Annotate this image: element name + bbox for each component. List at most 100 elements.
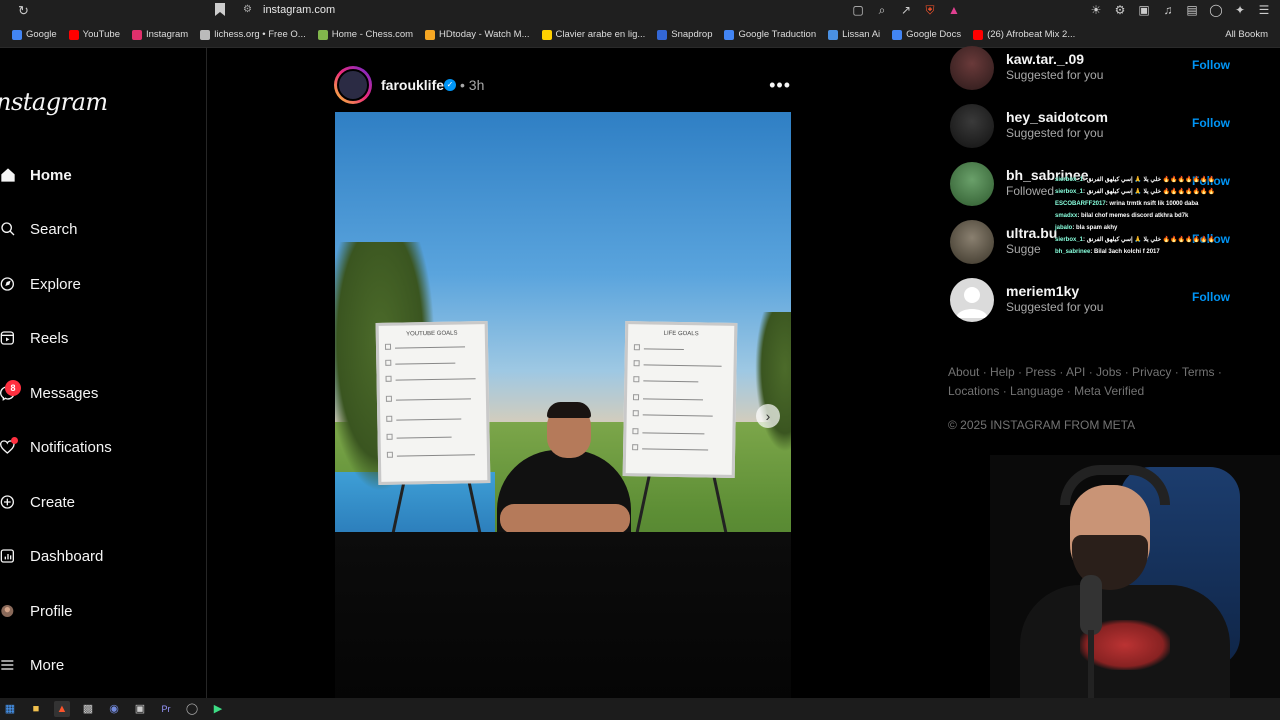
brave-shield-icon[interactable]: ⛨ [922,2,938,18]
nav-explore[interactable]: Explore [0,269,81,299]
bookmark-item[interactable]: lichess.org • Free O... [200,29,306,40]
bookmark-item[interactable]: Google Docs [892,29,961,40]
premiere-icon[interactable]: Pr [158,701,174,717]
instagram-sidebar: nstagram Home Search Explore Reels 8 Mes… [0,48,207,698]
bookmark-favicon-icon [131,29,142,40]
chat-message: sierbox_1: خلي يلا 🙏 إسي كيلهق الفرنق 🔥🔥… [1055,237,1216,243]
brave-icon[interactable]: ▲ [54,701,70,717]
bookmark-item[interactable]: Clavier arabe en lig... [541,29,645,40]
nav-profile[interactable]: Profile [0,596,73,626]
bookmark-favicon-icon [973,29,984,40]
suggestion-avatar[interactable] [950,220,994,264]
stream-chat-overlay: sierbox_1: خلي يلا 🙏 إسي كيلهق الفرنق 🔥🔥… [1055,174,1255,258]
dashboard-icon [0,545,16,567]
menu-icon[interactable]: ☰ [1256,2,1272,18]
chat-message: smadxx: bilal chof memes discord atkhra … [1055,213,1189,219]
post-time[interactable]: • 3h [460,77,484,93]
reload-icon[interactable]: ↻ [18,4,32,18]
menu-icon [0,654,16,676]
post-username[interactable]: farouklife [381,77,444,93]
post-author-avatar[interactable] [334,66,372,104]
sidebar-icon[interactable]: ▤ [1184,2,1200,18]
webcam-overlay [990,455,1280,698]
heart-icon [0,436,18,458]
bookmark-favicon-icon [828,29,839,40]
bookmark-favicon-icon [68,29,79,40]
screen-icon[interactable]: ▢ [850,2,866,18]
search-icon [0,218,16,240]
default-avatar-icon[interactable] [950,278,994,322]
chat-message: jabalo: bla spam akhy [1055,225,1118,231]
media-icon[interactable]: ♫ [1160,2,1176,18]
nav-more[interactable]: More [0,650,64,680]
app2-icon[interactable]: ▣ [132,701,148,717]
bookmark-favicon-icon [657,29,668,40]
all-bookmarks[interactable]: All Bookm [1225,29,1268,40]
verified-badge-icon: ✓ [444,79,456,91]
bulb-icon[interactable]: ☀ [1088,2,1104,18]
chat-message: bh_sabrinee: Bilal 3ach kolchi f 2017 [1055,249,1160,255]
suggestion-avatar[interactable] [950,104,994,148]
next-slide-button[interactable]: › [756,404,780,428]
instagram-logo[interactable]: nstagram [0,88,108,116]
share-icon[interactable]: ↗ [898,2,914,18]
suggestion-item: kaw.tar._.09 Suggested for you Follow [950,46,1240,90]
bookmark-item[interactable]: Lissan Ai [828,29,880,40]
nav-reels[interactable]: Reels [0,323,68,353]
more-options-icon[interactable]: ••• [769,75,791,96]
profile-icon[interactable]: ◯ [1208,2,1224,18]
follow-button[interactable]: Follow [1192,116,1230,130]
nav-create[interactable]: Create [0,487,75,517]
bookmark-favicon-icon [892,29,903,40]
wallet-icon[interactable]: ▣ [1136,2,1152,18]
address-bar[interactable]: instagram.com [263,4,335,16]
reels-icon [0,327,16,349]
copyright: © 2025 INSTAGRAM FROM META [948,418,1136,432]
bookmark-item[interactable]: YouTube [68,29,120,40]
nav-messages[interactable]: 8 Messages [0,378,98,408]
bookmark-item[interactable]: Google Traduction [724,29,816,40]
follow-button[interactable]: Follow [1192,58,1230,72]
zoom-icon[interactable]: ⌕ [874,2,890,18]
suggestion-avatar[interactable] [950,46,994,90]
browser-tools: ▢ ⌕ ↗ ⛨ ▲ ☀ ⚙ ▣ ♫ ▤ ◯ ✦ ☰ [850,2,1272,18]
start-icon[interactable]: ▦ [2,701,18,717]
nav-dashboard[interactable]: Dashboard [0,541,103,571]
app-icon[interactable]: ▩ [80,701,96,717]
bookmark-favicon-icon [541,29,552,40]
post-image[interactable]: YOUTUBE GOALS LIFE GOALS › [335,112,791,698]
suggestion-item: meriem1ky Suggested for you Follow [950,278,1240,322]
chat-message: sierbox_1: خلي يلا 🙏 إسي كيلهق الفرنق 🔥🔥… [1055,189,1216,195]
bookmark-item[interactable]: Instagram [131,29,188,40]
leo-icon[interactable]: ✦ [1232,2,1248,18]
bookmark-item[interactable]: HDtoday - Watch M... [425,29,530,40]
avatar-icon [0,600,16,622]
bookmark-item[interactable]: Google [12,29,57,40]
files-icon[interactable]: ■ [28,701,44,717]
microphone-icon [1080,575,1102,635]
bookmark-favicon-icon [724,29,735,40]
notification-dot [11,437,18,444]
nav-notifications[interactable]: Notifications [0,432,112,462]
bookmark-icon[interactable] [215,3,227,19]
life-goals-board: LIFE GOALS [622,321,738,478]
home-icon [0,164,16,186]
messenger-icon: 8 [0,380,21,404]
chrome-icon[interactable]: ◯ [184,701,200,717]
bookmark-item[interactable]: Snapdrop [657,29,712,40]
site-settings-icon[interactable]: ⚙ [243,4,252,15]
bookmark-favicon-icon [200,29,211,40]
follow-button[interactable]: Follow [1192,290,1230,304]
play-icon[interactable]: ▶ [210,701,226,717]
rewards-icon[interactable]: ▲ [946,2,962,18]
plus-square-icon [0,491,16,513]
suggestion-item: hey_saidotcom Suggested for you Follow [950,104,1240,148]
extensions-icon[interactable]: ⚙ [1112,2,1128,18]
bookmark-item[interactable]: (26) Afrobeat Mix 2... [973,29,1075,40]
bookmark-item[interactable]: Home - Chess.com [317,29,413,40]
nav-home[interactable]: Home [0,160,72,190]
footer-links[interactable]: About · Help · Press · API · Jobs · Priv… [948,363,1248,401]
suggestion-avatar[interactable] [950,162,994,206]
discord-icon[interactable]: ◉ [106,701,122,717]
nav-search[interactable]: Search [0,214,78,244]
